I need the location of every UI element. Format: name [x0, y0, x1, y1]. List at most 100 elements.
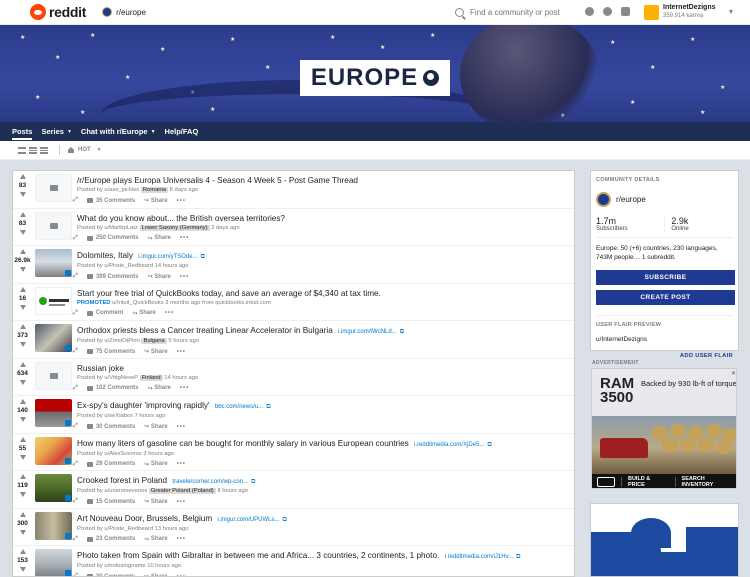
user-menu[interactable]: InternetDezigns 359,914 karma ▼	[644, 3, 734, 21]
post-thumbnail[interactable]	[35, 249, 72, 277]
more-options-button[interactable]: •••	[177, 198, 186, 204]
comments-button[interactable]: 29 Comments	[86, 461, 135, 467]
chat-icon[interactable]	[603, 7, 612, 16]
more-options-button[interactable]: •••	[177, 461, 186, 467]
downvote-icon[interactable]	[19, 567, 26, 572]
post-author[interactable]: Posted by u/AlexSuvorov 3 hours ago	[77, 451, 174, 457]
post-domain[interactable]: i.redditmedia.com/XjDe5...	[414, 442, 484, 448]
post-thumbnail[interactable]	[35, 399, 72, 427]
post-title[interactable]: How many liters of gasoline can be bough…	[77, 439, 409, 448]
share-button[interactable]: ↪ Share	[144, 498, 167, 506]
downvote-icon[interactable]	[19, 454, 26, 460]
expand-icon[interactable]: ⤢	[73, 348, 78, 355]
upvote-icon[interactable]	[19, 474, 26, 479]
add-flair-link[interactable]: ADD USER FLAIR	[596, 353, 733, 359]
downvote-icon[interactable]	[19, 417, 26, 422]
mail-icon[interactable]	[621, 7, 630, 16]
downvote-icon[interactable]	[19, 304, 26, 310]
share-button[interactable]: ↪ Share	[144, 423, 167, 431]
post-author[interactable]: Posted by u/ZmeiOtPirin	[77, 338, 140, 344]
post-domain[interactable]: i.imgur.com/yTSOde...	[138, 254, 197, 260]
expand-icon[interactable]: ⤢	[73, 310, 78, 317]
post-domain[interactable]: travelercorner.com/wp-con...	[172, 479, 248, 485]
post-thumbnail[interactable]	[35, 511, 72, 540]
post-row[interactable]: 373 Orthodox priests bless a Cancer trea…	[13, 321, 574, 359]
expand-icon[interactable]: ⤢	[73, 423, 78, 430]
share-button[interactable]: ↪ Share	[144, 348, 167, 356]
post-thumbnail[interactable]	[35, 324, 72, 352]
more-options-button[interactable]: •••	[177, 499, 186, 505]
nav-chat[interactable]: Chat with r/Europe ▼	[81, 127, 156, 136]
more-options-button[interactable]: •••	[177, 424, 186, 430]
community-name[interactable]: r/europe	[616, 195, 646, 204]
post-thumbnail[interactable]	[35, 174, 72, 202]
expand-icon[interactable]: ⤢	[73, 536, 78, 543]
post-thumbnail[interactable]	[35, 286, 72, 315]
expand-icon[interactable]: ⤢	[73, 498, 78, 505]
expand-icon[interactable]: ⤢	[73, 385, 78, 392]
comments-button[interactable]: 30 Comments	[86, 574, 135, 576]
card-view-icon[interactable]	[18, 146, 26, 154]
share-button[interactable]: ↪ Share	[144, 536, 167, 543]
downvote-icon[interactable]	[19, 529, 26, 535]
post-row[interactable]: 634 Russian joke Posted by u/VittgNeveP …	[13, 359, 574, 396]
share-button[interactable]: ↪ Share	[148, 235, 171, 242]
post-row[interactable]: 153 Photo taken from Spain with Gibralta…	[13, 546, 574, 577]
downvote-icon[interactable]	[19, 342, 26, 347]
share-button[interactable]: ↪ Share	[148, 385, 171, 392]
post-author[interactable]: u/Intuit_QuickBooks 3 months ago from qu…	[112, 300, 271, 306]
post-title[interactable]: Photo taken from Spain with Gibraltar in…	[77, 551, 439, 560]
post-author[interactable]: Posted by u/VittgNeveP	[77, 375, 138, 381]
post-row[interactable]: 300 Art Nouveau Door, Brussels, Belgium …	[13, 509, 574, 546]
comments-button[interactable]: 399 Comments	[86, 274, 139, 280]
comments-button[interactable]: 250 Comments	[86, 235, 139, 241]
search-bar[interactable]	[455, 5, 570, 19]
post-row[interactable]: 55 How many liters of gasoline can be bo…	[13, 434, 574, 471]
downvote-icon[interactable]	[19, 379, 26, 385]
share-button[interactable]: ↪ Share	[144, 573, 167, 577]
nav-posts[interactable]: Posts	[12, 127, 33, 140]
post-thumbnail[interactable]	[35, 211, 72, 240]
post-author[interactable]: Posted by u/notusingname 10 hours ago	[77, 563, 181, 569]
comments-button[interactable]: 15 Comments	[86, 499, 135, 505]
post-title[interactable]: Start your free trial of QuickBooks toda…	[77, 289, 381, 298]
post-author[interactable]: Posted by u/MarktpLatz	[77, 225, 138, 231]
post-row[interactable]: 16 Start your free trial of QuickBooks t…	[13, 284, 574, 321]
more-options-button[interactable]: •••	[180, 274, 189, 280]
share-button[interactable]: ↪ Share	[144, 197, 167, 205]
create-post-button[interactable]: CREATE POST	[596, 290, 735, 305]
downvote-icon[interactable]	[19, 267, 26, 272]
more-options-button[interactable]: •••	[177, 536, 186, 542]
expand-icon[interactable]: ⤢	[73, 573, 78, 576]
search-inventory-link[interactable]: SEARCH INVENTORY	[682, 476, 736, 488]
comments-button[interactable]: 35 Comments	[86, 198, 135, 204]
post-author[interactable]: Posted by u/Pirate_Redbeard 14 hours ago	[77, 263, 189, 269]
post-domain[interactable]: i.imgur.com/UPUWLs...	[217, 517, 279, 523]
post-thumbnail[interactable]	[35, 474, 72, 502]
more-options-button[interactable]: •••	[180, 385, 189, 391]
post-title[interactable]: Art Nouveau Door, Brussels, Belgium	[77, 514, 212, 523]
expand-icon[interactable]: ⤢	[73, 461, 78, 468]
reddit-logo[interactable]: reddit	[30, 4, 86, 20]
upvote-icon[interactable]	[19, 361, 26, 367]
post-author[interactable]: Posted by u/seXiabox 7 hours ago	[77, 413, 165, 419]
post-title[interactable]: Russian joke	[77, 364, 124, 373]
post-thumbnail[interactable]	[35, 549, 72, 576]
post-title[interactable]: /r/Europe plays Europa Universalis 4 - S…	[77, 176, 358, 185]
comments-button[interactable]: 102 Comments	[86, 385, 139, 391]
search-input[interactable]	[470, 7, 565, 17]
post-domain[interactable]: i.imgur.com/tWcNLd...	[338, 329, 397, 335]
comments-button[interactable]: 30 Comments	[86, 424, 135, 430]
upvote-icon[interactable]	[19, 249, 26, 254]
upvote-icon[interactable]	[19, 174, 26, 179]
post-title[interactable]: Dolomites, Italy	[77, 251, 133, 260]
post-domain[interactable]: i.redditmedia.com/iJ1Hv...	[445, 554, 514, 560]
downvote-icon[interactable]	[19, 229, 26, 235]
close-icon[interactable]: ✕	[731, 370, 736, 377]
nav-help[interactable]: Help/FAQ	[165, 127, 199, 136]
shield-icon[interactable]	[585, 7, 594, 16]
upvote-icon[interactable]	[19, 436, 26, 442]
nav-series[interactable]: Series ▼	[41, 127, 71, 136]
post-row[interactable]: 140 Ex-spy's daughter 'improving rapidly…	[13, 396, 574, 434]
downvote-icon[interactable]	[19, 492, 26, 497]
